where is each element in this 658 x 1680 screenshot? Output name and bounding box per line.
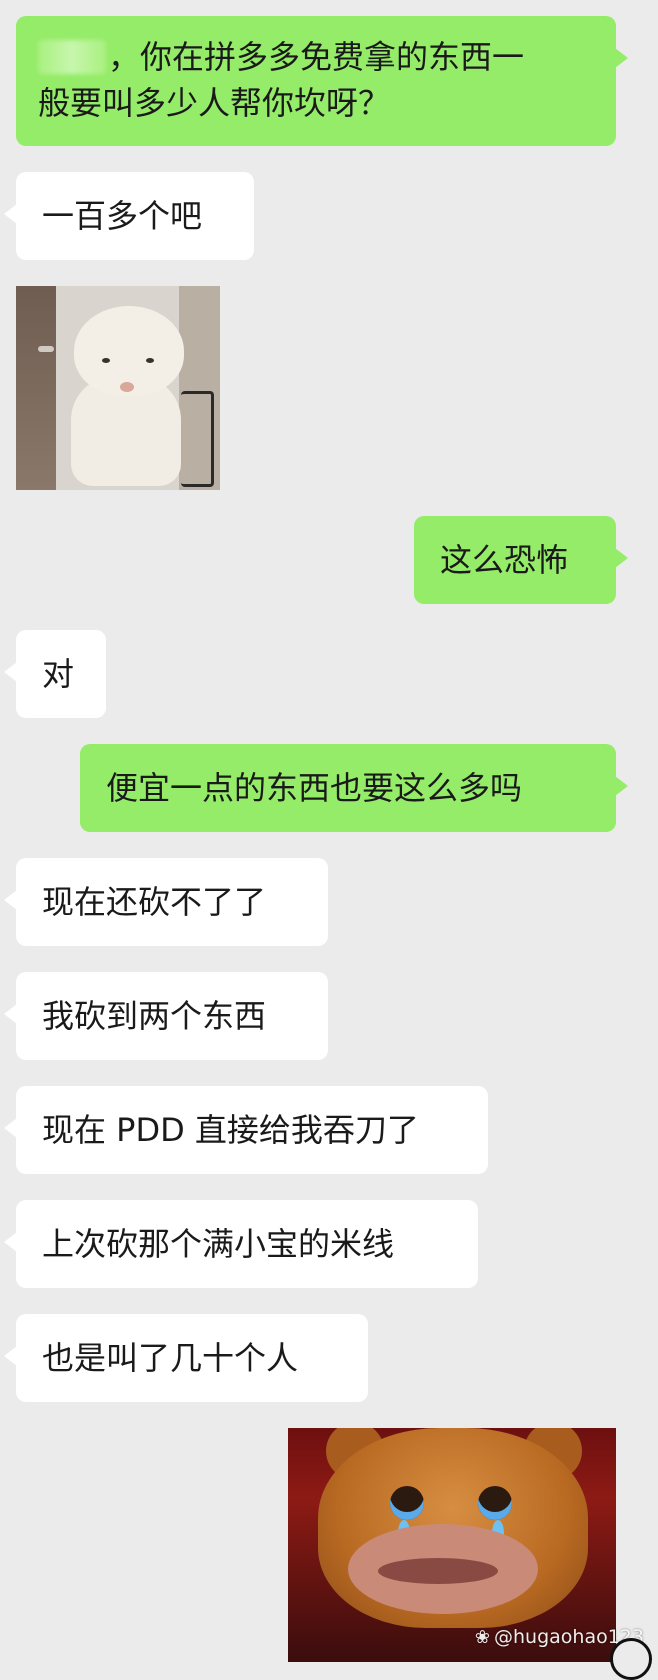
message-bubble-other[interactable]: 对 xyxy=(4,630,106,718)
bear-eye-shape xyxy=(390,1486,424,1520)
message-bubble-other[interactable]: 我砍到两个东西 xyxy=(4,972,328,1060)
message-bubble-other[interactable]: 现在 PDD 直接给我吞刀了 xyxy=(4,1086,488,1174)
alpaca-eye-shape xyxy=(102,358,110,363)
alpaca-peeking-sticker[interactable] xyxy=(16,286,220,490)
shelf-shape xyxy=(181,391,214,487)
message-bubble-other[interactable]: 也是叫了几十个人 xyxy=(4,1314,368,1402)
message-bubble-me[interactable]: 这么恐怖 xyxy=(414,516,628,604)
message-line: ，你在拼多多免费拿的东西一 xyxy=(38,34,594,80)
blurred-name xyxy=(38,40,106,74)
message-bubble-me[interactable]: ，你在拼多多免费拿的东西一 般要叫多少人帮你坎呀？ xyxy=(16,16,628,146)
door-handle-shape xyxy=(38,346,54,352)
message-bubble-me[interactable]: 便宜一点的东西也要这么多吗 xyxy=(80,744,628,832)
bear-mouth-shape xyxy=(378,1558,498,1584)
chat-area: ，你在拼多多免费拿的东西一 般要叫多少人帮你坎呀？ 一百多个吧 这么恐怖 对 便… xyxy=(0,0,658,1680)
paw-icon: ❀ xyxy=(474,1626,490,1648)
bear-head-shape xyxy=(318,1428,588,1628)
message-bubble-other[interactable]: 现在还砍不了了 xyxy=(4,858,328,946)
alpaca-mouth-shape xyxy=(120,382,134,392)
message-bubble-other[interactable]: 上次砍那个满小宝的米线 xyxy=(4,1200,478,1288)
alpaca-eye-shape xyxy=(146,358,154,363)
scroll-button[interactable] xyxy=(610,1638,652,1680)
message-line: 般要叫多少人帮你坎呀？ xyxy=(38,84,391,122)
message-bubble-other[interactable]: 一百多个吧 xyxy=(4,172,254,260)
door-shape xyxy=(16,286,56,490)
bear-eye-shape xyxy=(478,1486,512,1520)
